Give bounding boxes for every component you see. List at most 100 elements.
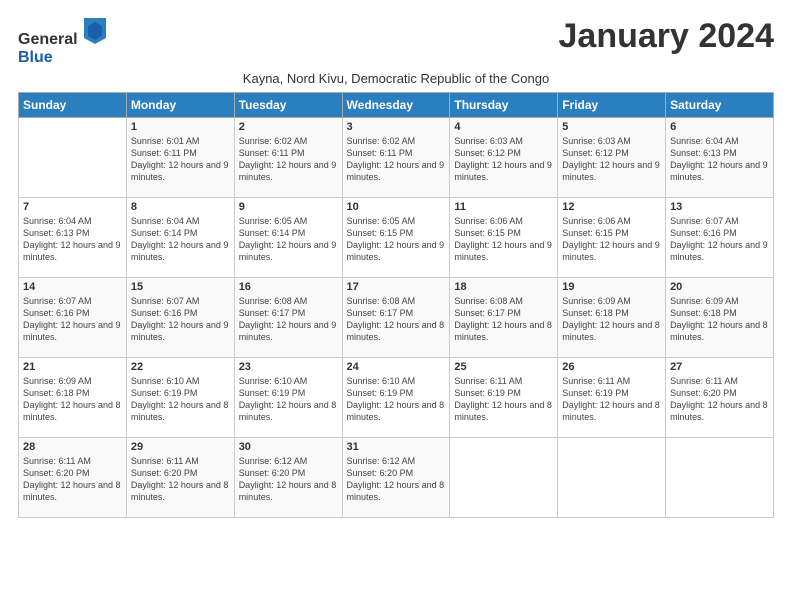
calendar-week-3: 21 Sunrise: 6:09 AMSunset: 6:18 PMDayligh… (19, 358, 774, 438)
day-number: 21 (23, 361, 122, 373)
calendar-cell: 8Sunrise: 6:04 AMSunset: 6:14 PMDaylight… (126, 198, 234, 278)
day-info: Sunrise: 6:06 AMSunset: 6:15 PMDaylight:… (562, 216, 660, 262)
day-info: Sunrise: 6:08 AMSunset: 6:17 PMDaylight:… (454, 296, 552, 342)
calendar-cell: 4Sunrise: 6:03 AMSunset: 6:12 PMDaylight… (450, 118, 558, 198)
day-number: 7 (23, 201, 122, 213)
header-row-days: Sunday Monday Tuesday Wednesday Thursday… (19, 93, 774, 118)
col-friday: Friday (558, 93, 666, 118)
calendar-cell: 14 Sunrise: 6:07 AMSunset: 6:16 PMDayligh… (19, 278, 127, 358)
calendar-cell: 21 Sunrise: 6:09 AMSunset: 6:18 PMDayligh… (19, 358, 127, 438)
day-info: Sunrise: 6:11 AMSunset: 6:19 PMDaylight:… (562, 376, 660, 422)
day-info: Sunrise: 6:08 AMSunset: 6:17 PMDaylight:… (347, 296, 445, 342)
calendar-cell: 7 Sunrise: 6:04 AMSunset: 6:13 PMDaylight… (19, 198, 127, 278)
day-info: Sunrise: 6:09 AMSunset: 6:18 PMDaylight:… (562, 296, 660, 342)
day-number: 3 (347, 121, 446, 133)
day-info: Sunrise: 6:07 AMSunset: 6:16 PMDaylight:… (23, 296, 121, 342)
day-number: 22 (131, 361, 230, 373)
day-info: Sunrise: 6:08 AMSunset: 6:17 PMDaylight:… (239, 296, 337, 342)
page: General Blue January 2024 Kayna, Nord Ki… (0, 0, 792, 612)
day-number: 11 (454, 201, 553, 213)
day-number: 24 (347, 361, 446, 373)
day-number: 5 (562, 121, 661, 133)
calendar-cell: 31Sunrise: 6:12 AMSunset: 6:20 PMDayligh… (342, 438, 450, 518)
day-number: 27 (670, 361, 769, 373)
day-number: 4 (454, 121, 553, 133)
calendar-cell: 9Sunrise: 6:05 AMSunset: 6:14 PMDaylight… (234, 198, 342, 278)
calendar-week-2: 14 Sunrise: 6:07 AMSunset: 6:16 PMDayligh… (19, 278, 774, 358)
calendar-cell: 1 Sunrise: 6:01 AMSunset: 6:11 PMDaylight… (126, 118, 234, 198)
calendar-cell: 25 Sunrise: 6:11 AMSunset: 6:19 PMDayligh… (450, 358, 558, 438)
day-info: Sunrise: 6:06 AMSunset: 6:15 PMDaylight:… (454, 216, 552, 262)
day-number: 30 (239, 441, 338, 453)
logo-icon (84, 18, 106, 44)
logo-text-blue: Blue (18, 49, 53, 66)
calendar-cell (19, 118, 127, 198)
calendar-cell: 24 Sunrise: 6:10 AMSunset: 6:19 PMDayligh… (342, 358, 450, 438)
calendar-cell: 11 Sunrise: 6:06 AMSunset: 6:15 PMDayligh… (450, 198, 558, 278)
day-number: 25 (454, 361, 553, 373)
day-info: Sunrise: 6:01 AMSunset: 6:11 PMDaylight:… (131, 136, 229, 182)
col-sunday: Sunday (19, 93, 127, 118)
calendar-cell: 27 Sunrise: 6:11 AMSunset: 6:20 PMDayligh… (666, 358, 774, 438)
calendar-week-4: 28 Sunrise: 6:11 AMSunset: 6:20 PMDayligh… (19, 438, 774, 518)
day-number: 19 (562, 281, 661, 293)
day-info: Sunrise: 6:05 AMSunset: 6:15 PMDaylight:… (347, 216, 445, 262)
calendar-cell: 18 Sunrise: 6:08 AMSunset: 6:17 PMDayligh… (450, 278, 558, 358)
day-info: Sunrise: 6:10 AMSunset: 6:19 PMDaylight:… (347, 376, 445, 422)
calendar-cell: 26 Sunrise: 6:11 AMSunset: 6:19 PMDayligh… (558, 358, 666, 438)
header-row: General Blue January 2024 (18, 18, 774, 67)
day-info: Sunrise: 6:07 AMSunset: 6:16 PMDaylight:… (131, 296, 229, 342)
day-info: Sunrise: 6:04 AMSunset: 6:13 PMDaylight:… (23, 216, 121, 262)
calendar-cell: 19 Sunrise: 6:09 AMSunset: 6:18 PMDayligh… (558, 278, 666, 358)
day-number: 18 (454, 281, 553, 293)
day-number: 26 (562, 361, 661, 373)
month-title: January 2024 (559, 18, 775, 55)
title-block: January 2024 (559, 18, 775, 55)
calendar-cell: 16 Sunrise: 6:08 AMSunset: 6:17 PMDayligh… (234, 278, 342, 358)
day-number: 28 (23, 441, 122, 453)
col-monday: Monday (126, 93, 234, 118)
day-info: Sunrise: 6:05 AMSunset: 6:14 PMDaylight:… (239, 216, 337, 262)
day-info: Sunrise: 6:11 AMSunset: 6:20 PMDaylight:… (23, 456, 121, 502)
calendar-cell: 29Sunrise: 6:11 AMSunset: 6:20 PMDayligh… (126, 438, 234, 518)
col-tuesday: Tuesday (234, 93, 342, 118)
day-info: Sunrise: 6:11 AMSunset: 6:19 PMDaylight:… (454, 376, 552, 422)
day-number: 10 (347, 201, 446, 213)
day-info: Sunrise: 6:02 AMSunset: 6:11 PMDaylight:… (239, 136, 337, 182)
day-number: 16 (239, 281, 338, 293)
day-number: 12 (562, 201, 661, 213)
calendar-table: Sunday Monday Tuesday Wednesday Thursday… (18, 92, 774, 518)
calendar-cell: 28 Sunrise: 6:11 AMSunset: 6:20 PMDayligh… (19, 438, 127, 518)
day-number: 20 (670, 281, 769, 293)
calendar-cell: 6Sunrise: 6:04 AMSunset: 6:13 PMDaylight… (666, 118, 774, 198)
day-number: 31 (347, 441, 446, 453)
day-info: Sunrise: 6:11 AMSunset: 6:20 PMDaylight:… (670, 376, 768, 422)
day-info: Sunrise: 6:10 AMSunset: 6:19 PMDaylight:… (131, 376, 229, 422)
calendar-cell: 10 Sunrise: 6:05 AMSunset: 6:15 PMDayligh… (342, 198, 450, 278)
logo-text-general: General (18, 31, 78, 48)
calendar-week-1: 7 Sunrise: 6:04 AMSunset: 6:13 PMDaylight… (19, 198, 774, 278)
day-info: Sunrise: 6:02 AMSunset: 6:11 PMDaylight:… (347, 136, 445, 182)
subtitle: Kayna, Nord Kivu, Democratic Republic of… (18, 71, 774, 86)
calendar-cell: 23 Sunrise: 6:10 AMSunset: 6:19 PMDayligh… (234, 358, 342, 438)
day-info: Sunrise: 6:09 AMSunset: 6:18 PMDaylight:… (23, 376, 121, 422)
calendar-cell: 15Sunrise: 6:07 AMSunset: 6:16 PMDayligh… (126, 278, 234, 358)
day-number: 1 (131, 121, 230, 133)
calendar-cell (450, 438, 558, 518)
day-number: 14 (23, 281, 122, 293)
calendar-cell: 12 Sunrise: 6:06 AMSunset: 6:15 PMDayligh… (558, 198, 666, 278)
day-info: Sunrise: 6:11 AMSunset: 6:20 PMDaylight:… (131, 456, 229, 502)
day-info: Sunrise: 6:10 AMSunset: 6:19 PMDaylight:… (239, 376, 337, 422)
day-number: 17 (347, 281, 446, 293)
logo: General Blue (18, 18, 106, 67)
calendar-cell: 3 Sunrise: 6:02 AMSunset: 6:11 PMDaylight… (342, 118, 450, 198)
col-wednesday: Wednesday (342, 93, 450, 118)
day-info: Sunrise: 6:12 AMSunset: 6:20 PMDaylight:… (239, 456, 337, 502)
calendar-cell: 22 Sunrise: 6:10 AMSunset: 6:19 PMDayligh… (126, 358, 234, 438)
calendar-cell: 20Sunrise: 6:09 AMSunset: 6:18 PMDayligh… (666, 278, 774, 358)
day-number: 13 (670, 201, 769, 213)
day-number: 23 (239, 361, 338, 373)
col-saturday: Saturday (666, 93, 774, 118)
calendar-cell: 2Sunrise: 6:02 AMSunset: 6:11 PMDaylight… (234, 118, 342, 198)
calendar-cell (558, 438, 666, 518)
